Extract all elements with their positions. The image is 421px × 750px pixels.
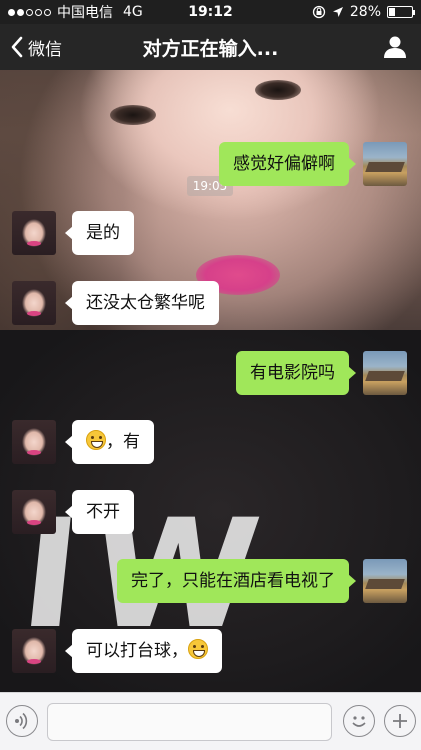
nav-bar: 微信 对方正在输入... xyxy=(0,24,421,70)
message-text: 可以打台球， xyxy=(86,641,188,661)
chat-title: 对方正在输入... xyxy=(142,37,279,60)
input-bar xyxy=(0,692,421,750)
contact-avatar[interactable] xyxy=(12,420,56,464)
rotation-lock-icon xyxy=(312,5,326,19)
voice-icon xyxy=(15,712,28,730)
chevron-left-icon xyxy=(11,36,23,58)
emoji-button[interactable] xyxy=(343,705,375,737)
battery-percent: 28% xyxy=(349,4,381,20)
carrier-name: 中国电信 xyxy=(57,5,113,21)
message-input[interactable] xyxy=(47,703,332,741)
voice-input-button[interactable] xyxy=(6,705,38,737)
contact-avatar[interactable] xyxy=(12,281,56,325)
message-bubble-other[interactable]: 是的 xyxy=(65,211,134,255)
message-bubble-other[interactable]: 还没太仓繁华呢 xyxy=(65,281,219,325)
contact-avatar[interactable] xyxy=(12,211,56,255)
network-type: 4G xyxy=(123,4,143,20)
self-avatar[interactable] xyxy=(363,142,407,186)
message-bubble-other[interactable]: ，有 xyxy=(65,420,154,464)
message-text: 有电影院吗 xyxy=(250,363,335,383)
message-bubble-self[interactable]: 感觉好偏僻啊 xyxy=(219,142,356,186)
message-text: 是的 xyxy=(86,223,120,243)
signal-strength-icon xyxy=(8,8,51,16)
message-text: 完了，只能在酒店看电视了 xyxy=(131,571,335,591)
battery-icon xyxy=(387,6,415,18)
status-bar: 中国电信 4G 19:12 28% xyxy=(0,0,421,24)
message-text: 还没太仓繁华呢 xyxy=(86,293,205,313)
message-bubble-other[interactable]: 可以打台球， xyxy=(65,629,222,673)
message-text: 不开 xyxy=(86,502,120,522)
message-text: ，有 xyxy=(106,432,140,452)
contact-avatar[interactable] xyxy=(12,629,56,673)
self-avatar[interactable] xyxy=(363,351,407,395)
self-avatar[interactable] xyxy=(363,559,407,603)
status-right-group: 28% xyxy=(312,4,415,20)
more-options-button[interactable] xyxy=(384,705,416,737)
chat-area[interactable]: 19:05 感觉好偏僻啊 是的 还没太仓繁华呢 有电影院吗 ，有 不开 完了，只… xyxy=(0,70,421,692)
grin-emoji-icon xyxy=(188,639,208,659)
grin-emoji-icon xyxy=(86,430,106,450)
plus-icon xyxy=(393,714,407,728)
back-button[interactable]: 微信 xyxy=(0,35,62,60)
message-bubble-self[interactable]: 完了，只能在酒店看电视了 xyxy=(117,559,356,603)
location-arrow-icon xyxy=(332,7,343,17)
emoji-icon xyxy=(352,716,366,727)
message-bubble-other[interactable]: 不开 xyxy=(65,490,134,534)
contact-profile-icon[interactable] xyxy=(383,35,407,59)
contact-avatar[interactable] xyxy=(12,490,56,534)
back-label: 微信 xyxy=(28,39,62,60)
message-bubble-self[interactable]: 有电影院吗 xyxy=(236,351,356,395)
message-text: 感觉好偏僻啊 xyxy=(233,154,335,174)
